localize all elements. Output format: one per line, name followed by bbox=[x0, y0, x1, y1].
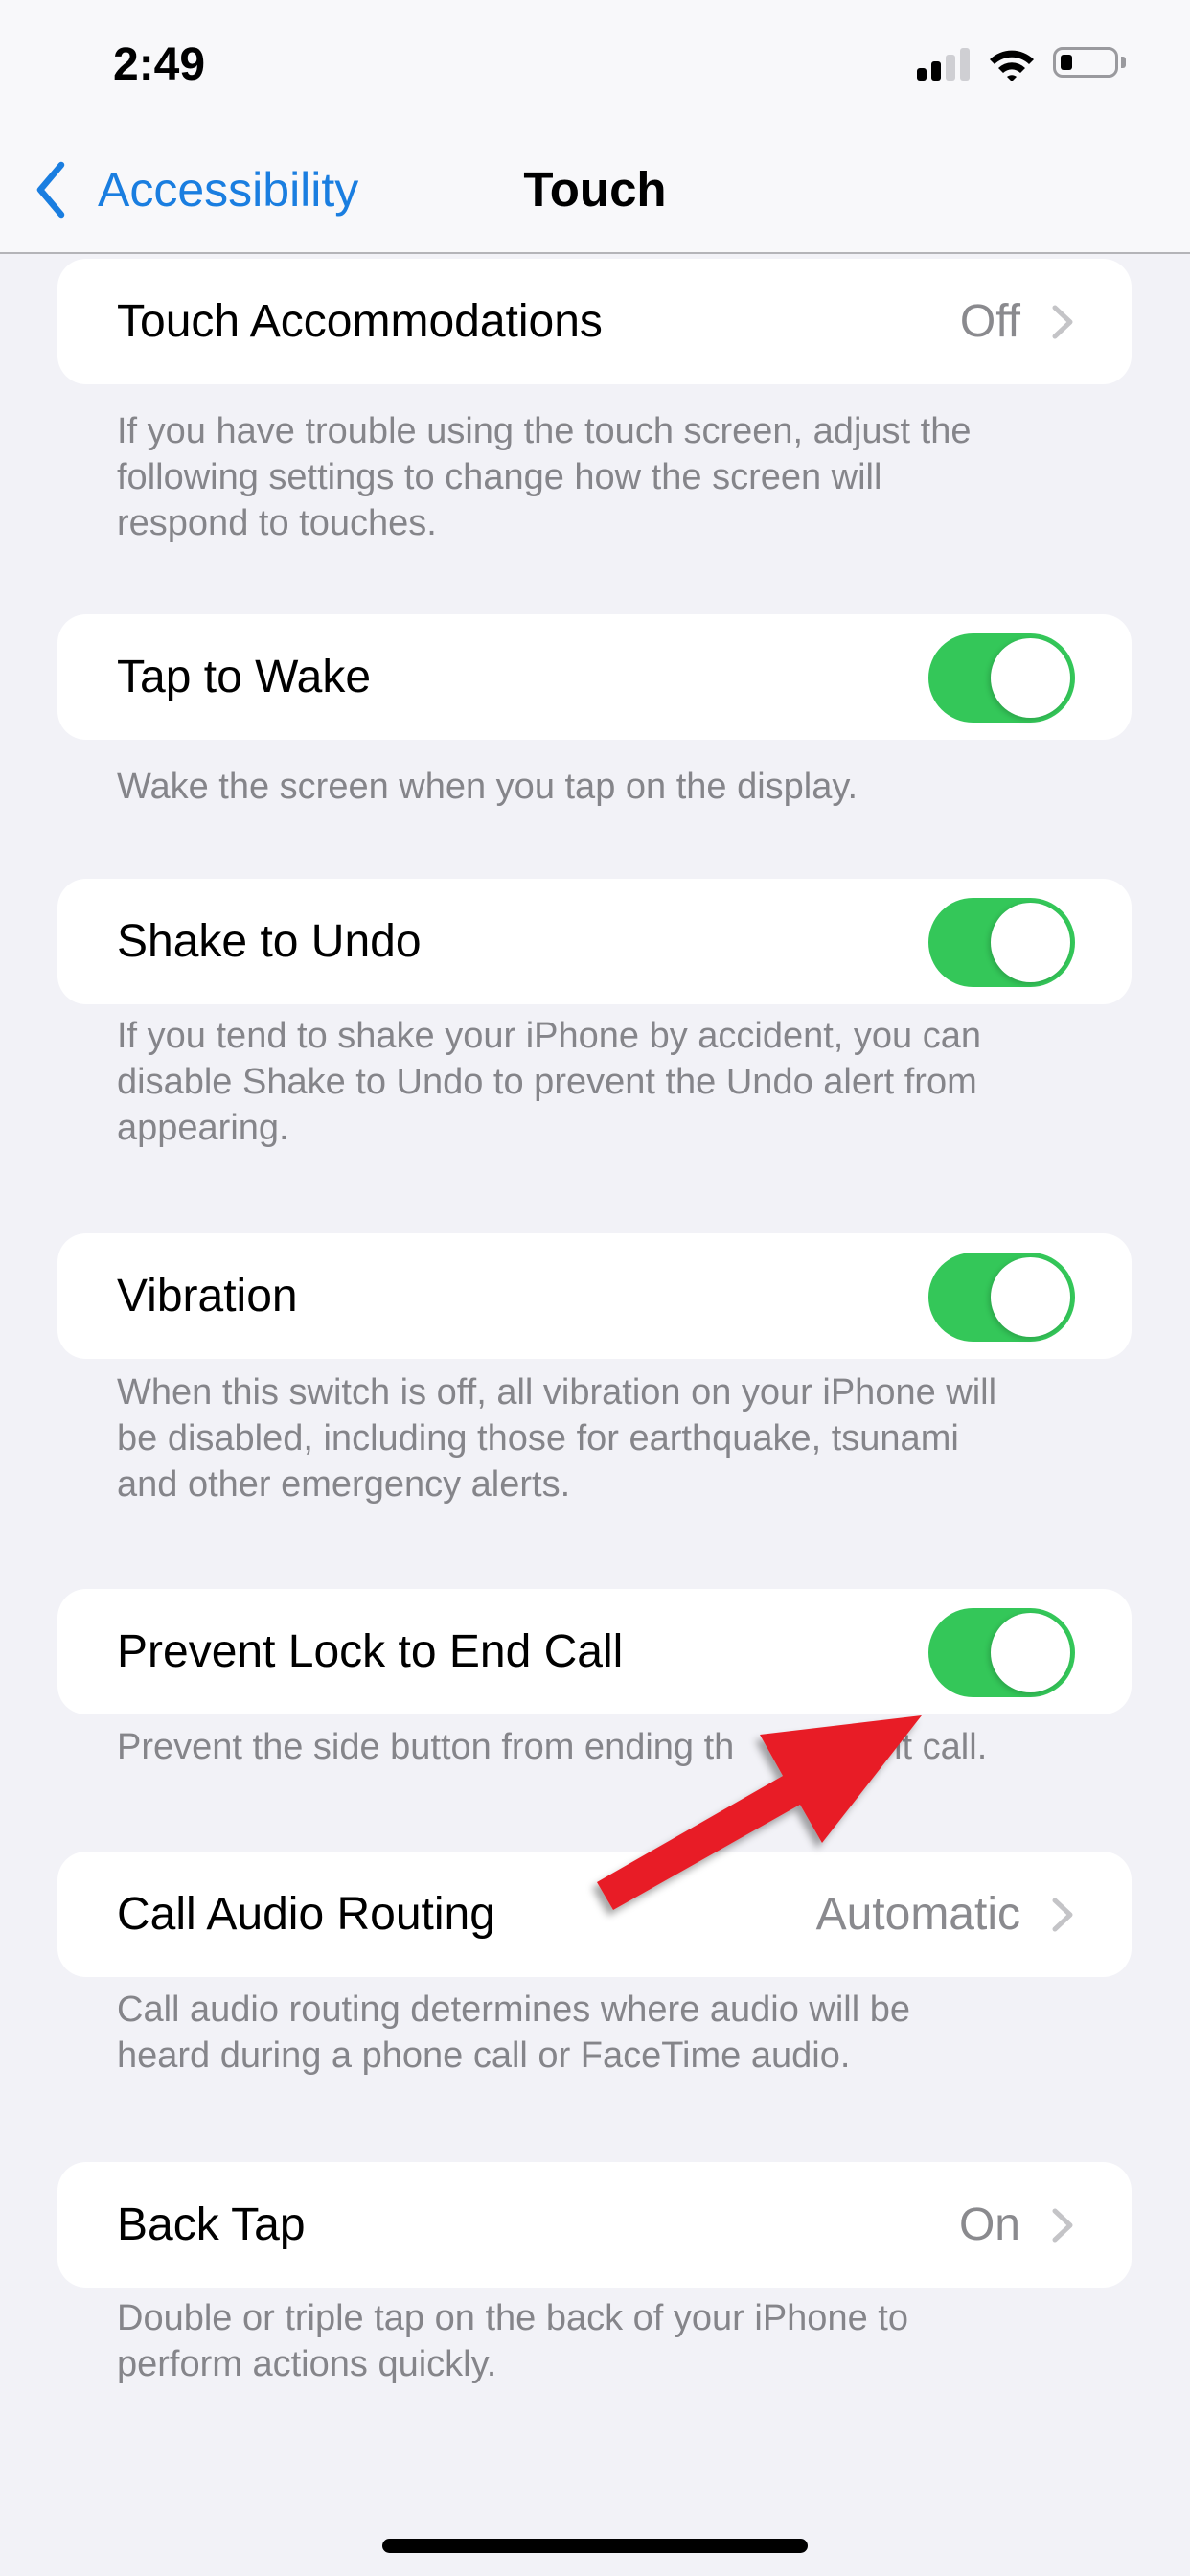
toggle-switch[interactable] bbox=[928, 1608, 1075, 1697]
footer-line: be disabled, including those for earthqu… bbox=[117, 1418, 959, 1459]
setting-label: Tap to Wake bbox=[117, 652, 372, 702]
footer-line: respond to touches. bbox=[117, 503, 437, 543]
footer-line: perform actions quickly. bbox=[117, 2344, 497, 2384]
setting-label: Touch Accommodations bbox=[117, 296, 603, 347]
setting-value: Off bbox=[959, 296, 1020, 347]
footer-line: When this switch is off, all vibration o… bbox=[117, 1372, 997, 1413]
footer-line: Double or triple tap on the back of your… bbox=[117, 2298, 908, 2338]
settings-row-call-audio-routing[interactable]: Call Audio Routing Automatic bbox=[57, 1852, 1132, 1977]
footer-line: disable Shake to Undo to prevent the Und… bbox=[117, 1062, 977, 1102]
setting-label: Back Tap bbox=[117, 2199, 306, 2250]
footer-line: Wake the screen when you tap on the disp… bbox=[117, 767, 858, 807]
footer-line: Call audio routing determines where audi… bbox=[117, 1990, 911, 2030]
setting-footer: If you tend to shake your iPhone by acci… bbox=[117, 1013, 1113, 1151]
setting-value: On bbox=[958, 2199, 1020, 2250]
setting-value: Automatic bbox=[815, 1889, 1020, 1940]
setting-footer: If you have trouble using the touch scre… bbox=[117, 408, 1113, 546]
setting-label: Shake to Undo bbox=[117, 916, 422, 967]
footer-line: and other emergency alerts. bbox=[117, 1464, 571, 1505]
status-time: 2:49 bbox=[113, 39, 206, 90]
setting-footer: Call audio routing determines where audi… bbox=[117, 1987, 1113, 2079]
setting-footer: Wake the screen when you tap on the disp… bbox=[117, 764, 1113, 810]
status-bar: 2:49 bbox=[0, 0, 1190, 125]
footer-line: Prevent the side button from ending th e… bbox=[117, 1727, 988, 1767]
footer-line: following settings to change how the scr… bbox=[117, 457, 882, 497]
chevron-right-icon bbox=[1052, 305, 1073, 339]
toggle-knob bbox=[991, 1613, 1070, 1692]
settings-row-shake-to-undo: Shake to Undo bbox=[57, 879, 1132, 1004]
setting-label: Prevent Lock to End Call bbox=[117, 1626, 624, 1677]
footer-line: appearing. bbox=[117, 1108, 289, 1148]
settings-row-touch-accommodations[interactable]: Touch Accommodations Off bbox=[57, 259, 1132, 384]
cellular-signal-icon bbox=[917, 48, 971, 80]
toggle-knob bbox=[991, 1257, 1070, 1337]
toggle-knob bbox=[991, 903, 1070, 982]
toggle-switch[interactable] bbox=[928, 633, 1075, 723]
settings-row-back-tap[interactable]: Back Tap On bbox=[57, 2162, 1132, 2288]
toggle-knob bbox=[991, 638, 1070, 718]
home-indicator[interactable] bbox=[382, 2539, 808, 2553]
footer-line: If you have trouble using the touch scre… bbox=[117, 411, 972, 451]
settings-row-vibration: Vibration bbox=[57, 1233, 1132, 1359]
chevron-right-icon bbox=[1052, 1898, 1073, 1932]
settings-row-prevent-lock-to-end-call: Prevent Lock to End Call bbox=[57, 1589, 1132, 1714]
settings-row-tap-to-wake: Tap to Wake bbox=[57, 614, 1132, 740]
setting-footer: When this switch is off, all vibration o… bbox=[117, 1369, 1113, 1507]
setting-footer: Prevent the side button from ending th e… bbox=[117, 1724, 1113, 1770]
battery-cap bbox=[1121, 57, 1126, 68]
navigation-bar: Accessibility Touch bbox=[0, 125, 1190, 254]
setting-label: Call Audio Routing bbox=[117, 1889, 495, 1940]
wifi-icon bbox=[990, 50, 1034, 81]
toggle-switch[interactable] bbox=[928, 1253, 1075, 1342]
page-title: Touch bbox=[523, 162, 667, 217]
footer-line: heard during a phone call or FaceTime au… bbox=[117, 2036, 851, 2076]
battery-icon bbox=[1053, 47, 1118, 78]
chevron-right-icon bbox=[1052, 2208, 1073, 2242]
setting-label: Vibration bbox=[117, 1271, 298, 1322]
footer-line: If you tend to shake your iPhone by acci… bbox=[117, 1016, 982, 1056]
toggle-switch[interactable] bbox=[928, 898, 1075, 987]
setting-footer: Double or triple tap on the back of your… bbox=[117, 2295, 1113, 2387]
